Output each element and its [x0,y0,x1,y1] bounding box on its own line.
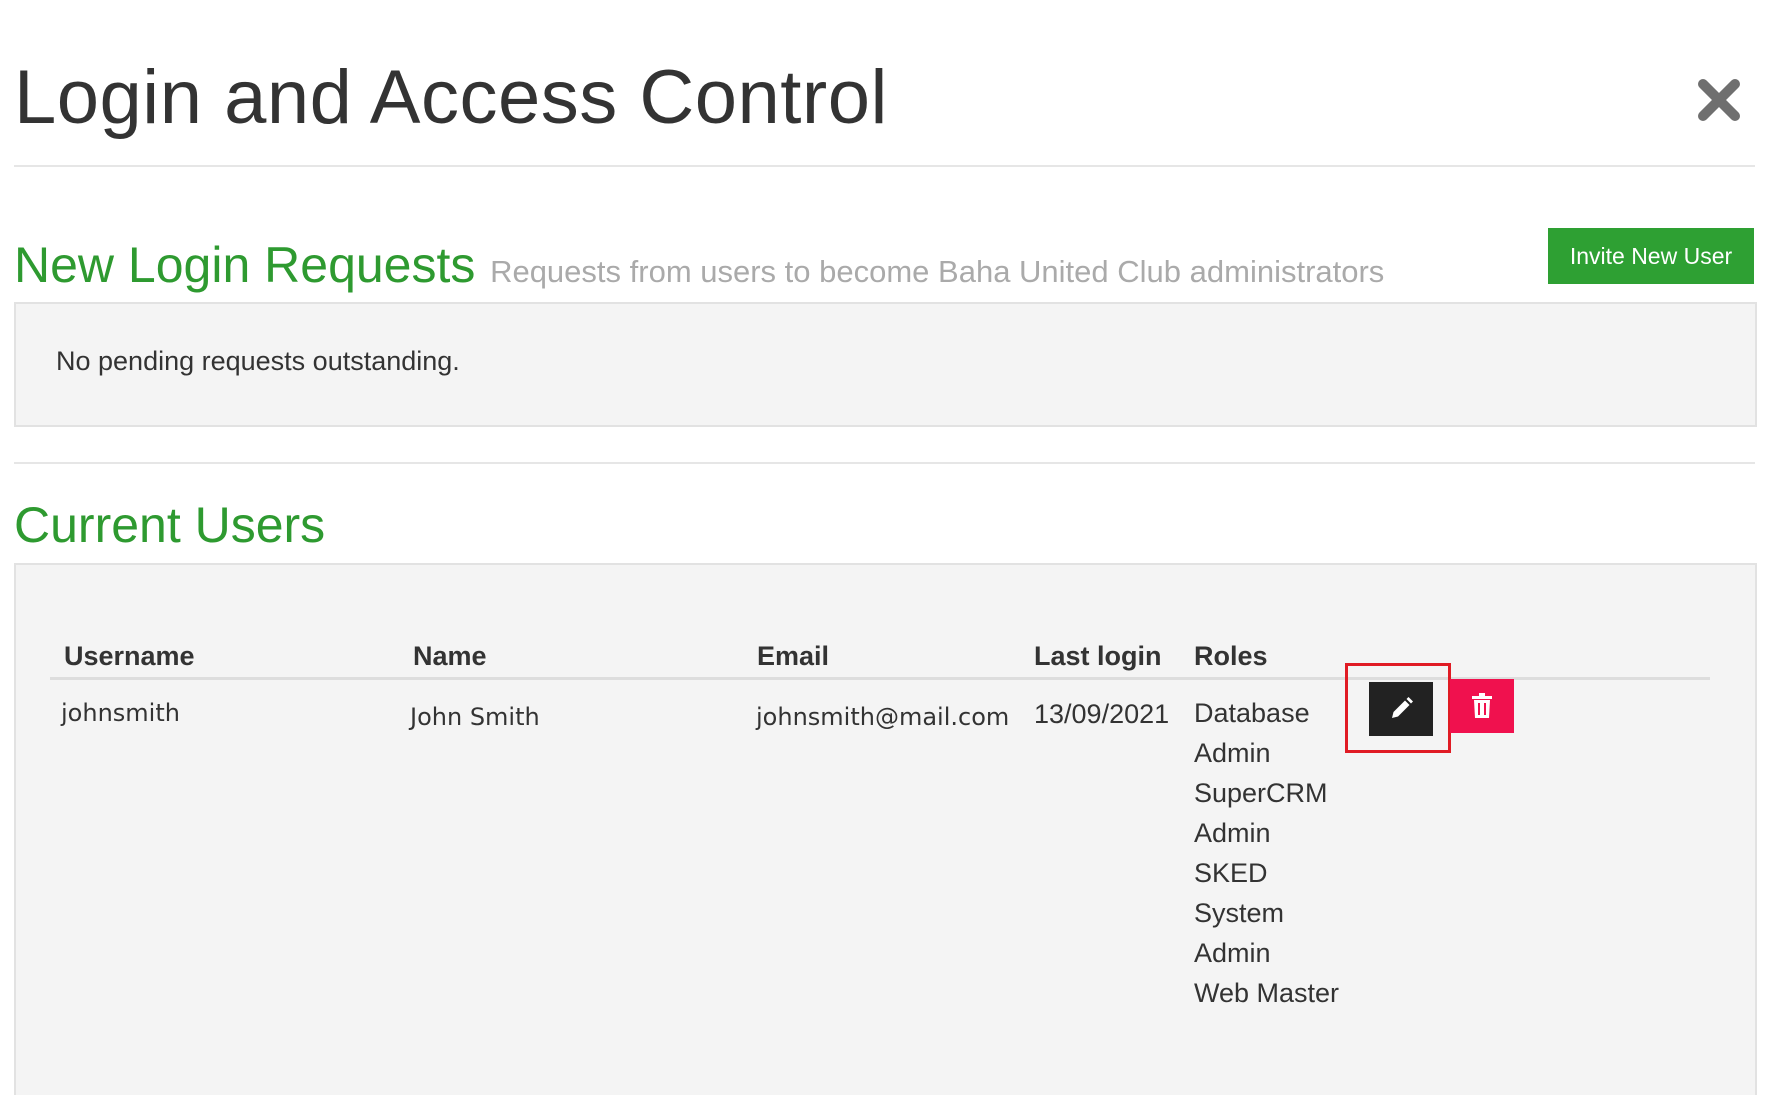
users-table-panel: Username Name Email Last login Roles joh… [14,563,1757,1095]
cell-name: John Smith [410,703,540,731]
edit-button-highlight [1345,663,1451,753]
close-button[interactable] [1697,78,1741,122]
role-line: System [1194,898,1285,928]
trash-icon [1472,693,1492,718]
role-line: SuperCRM [1194,778,1328,808]
pencil-icon [1392,697,1413,718]
invite-new-user-button[interactable]: Invite New User [1548,228,1754,284]
cell-roles: Database Admin SuperCRM Admin SKED Syste… [1194,693,1339,1013]
delete-user-button[interactable] [1450,679,1514,733]
page-title: Login and Access Control [14,55,888,140]
close-icon [1698,79,1740,121]
cell-username: johnsmith [61,699,180,727]
role-line: Web Master [1194,978,1340,1008]
new-login-requests-title: New Login Requests [14,237,476,293]
column-header-roles: Roles [1194,641,1268,671]
requests-panel: No pending requests outstanding. [14,302,1757,427]
column-header-email: Email [757,641,830,671]
new-login-requests-subtitle: Requests from users to become Baha Unite… [490,254,1385,289]
role-line: Admin [1194,938,1271,968]
role-line: Database [1194,698,1310,728]
section-divider [14,462,1755,464]
edit-user-button[interactable] [1369,682,1433,736]
current-users-title: Current Users [14,497,326,553]
role-line: SKED [1194,858,1268,888]
role-line: Admin [1194,818,1271,848]
access-control-page: Login and Access Control Invite New User… [0,0,1769,1095]
header-divider [14,165,1755,167]
current-users-heading: Current Users [14,496,325,554]
new-login-requests-heading: New Login Requests Requests from users t… [14,236,1384,294]
column-header-username: Username [64,641,195,671]
role-line: Admin [1194,738,1271,768]
column-header-name: Name [413,641,487,671]
cell-last-login: 13/09/2021 [1034,699,1170,729]
cell-email: johnsmith@mail.com [756,703,1010,731]
column-header-last-login: Last login [1034,641,1162,671]
no-requests-message: No pending requests outstanding. [56,346,460,376]
